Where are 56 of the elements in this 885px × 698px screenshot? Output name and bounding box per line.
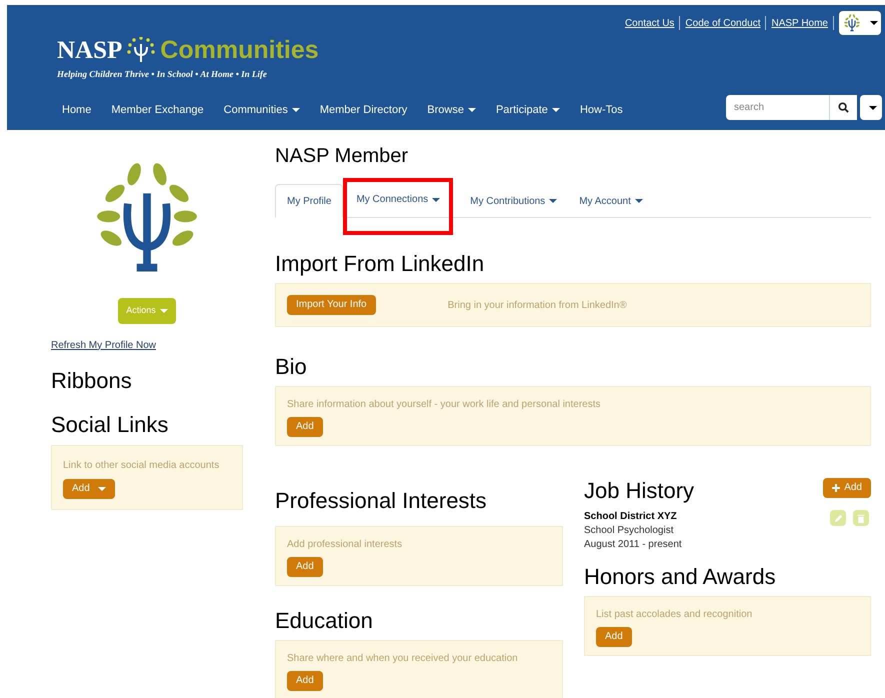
profile-tab[interactable]: My Contributions [459,184,568,218]
user-menu-button[interactable] [839,11,881,35]
section-heading: Ribbons [51,370,133,392]
nav-item[interactable]: Member Exchange [101,102,214,118]
trash-icon [857,514,865,522]
search-options-button[interactable] [860,95,882,120]
search-icon [838,102,849,113]
page-title: NASP Member [275,146,410,166]
caret-icon [292,108,300,112]
profile-tab[interactable]: My Connections [345,180,452,233]
caret-icon [552,108,560,112]
top-link[interactable]: NASP Home [771,16,828,30]
caret-icon [468,108,476,112]
psi-sun-icon [126,37,156,63]
panel-text: Share where and when you received your education [287,652,518,666]
section-heading: Honors and Awards [584,566,777,588]
plus-icon [832,484,840,492]
top-link[interactable]: Contact Us [624,16,674,30]
nav-item[interactable]: Communities [214,102,310,118]
nav-item[interactable]: Home [52,102,102,118]
panel-text: Link to other social media accounts [63,458,220,472]
caret-icon [98,486,106,490]
section-heading: Education [275,610,374,632]
nav-item[interactable]: Browse [417,102,486,118]
brand-tagline: Helping Children Thrive • In School • At Home • In Life [57,68,268,81]
panel-text: Add professional interests [287,538,402,552]
panel-text: Share information about yourself - your work life and personal interests [287,398,600,412]
pencil-icon [834,514,842,522]
caret-icon [432,198,440,202]
nav-item[interactable]: Participate [486,102,570,118]
nav-item[interactable]: How-Tos [570,102,633,118]
panel-text: Bring in your information from LinkedIn® [448,298,627,312]
caret-icon [160,308,168,313]
caret-icon [634,199,643,203]
caret-icon [869,106,877,110]
section-heading: Bio [275,356,308,378]
search-button[interactable] [829,95,857,120]
profile-tab[interactable]: My Profile [275,184,344,218]
section-heading: Social Links [51,414,170,436]
job-dates: August 2011 - present [584,538,682,552]
brand-name: NASP [57,38,122,62]
section-heading: Import From LinkedIn [275,253,486,275]
top-link[interactable]: Code of Conduct [685,16,760,30]
search-field[interactable]: search [726,95,829,120]
panel-text: List past accolades and recognition [596,608,752,622]
caret-icon [549,199,558,203]
section-heading: Professional Interests [275,490,488,512]
job-employer: School District XYZ [584,510,678,524]
profile-tab[interactable]: My Account [568,184,654,218]
brand-product: Communities [160,38,319,62]
refresh-link[interactable]: Refresh My Profile Now [51,338,243,352]
nav-item[interactable]: Member Directory [310,102,418,118]
section-heading: Job History [584,480,694,502]
logo-icon [842,13,862,33]
job-title: School Psychologist [584,524,674,538]
caret-icon [870,21,878,25]
